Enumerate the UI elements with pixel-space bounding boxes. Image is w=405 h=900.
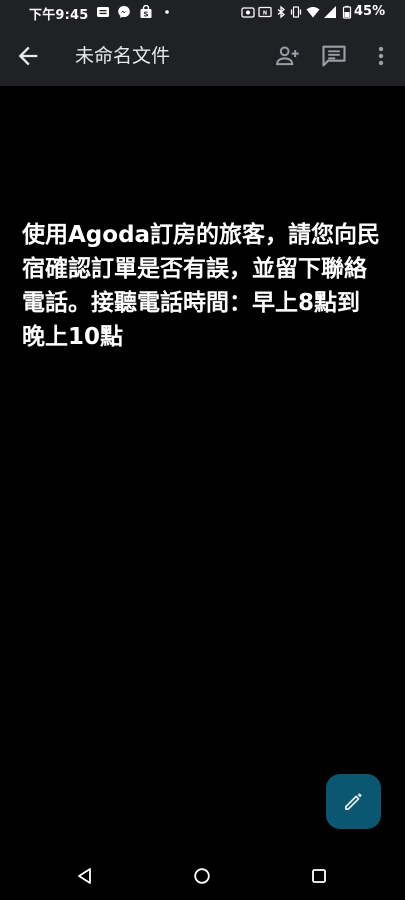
screen-record-icon [241,7,255,18]
more-vert-icon[interactable] [372,42,390,70]
person-add-icon[interactable] [273,42,301,70]
notes-icon [97,7,109,17]
status-bar: 下午9:45 S N 45% [0,0,405,26]
status-time: 下午9:45 [29,8,89,23]
nav-back-icon[interactable] [74,865,96,887]
battery-icon [342,5,352,19]
bluetooth-icon [277,5,286,19]
app-bar: 未命名文件 [0,26,405,86]
document-text[interactable]: 使用Agoda訂房的旅客，請您向民宿確認訂單是否有誤，並留下聯絡電話。接聽電話時… [22,218,382,354]
screen: 下午9:45 S N 45% 未命名文件 使用Agoda訂房的旅客，請您向民宿確… [0,0,405,900]
document-body[interactable]: 使用Agoda訂房的旅客，請您向民宿確認訂單是否有誤，並留下聯絡電話。接聽電話時… [22,218,382,354]
pencil-icon [344,793,362,811]
edit-fab-button[interactable] [326,774,381,829]
comment-icon[interactable] [320,42,348,70]
document-title[interactable]: 未命名文件 [75,41,170,68]
battery-percent: 45% [354,4,386,19]
nav-home-icon[interactable] [191,865,213,887]
signal-icon [324,6,336,18]
arrow-back-icon[interactable] [14,42,42,70]
svg-text:N: N [263,11,267,17]
messenger-icon [118,6,130,18]
wifi-icon [306,7,320,18]
nav-recents-icon[interactable] [308,865,330,887]
nfc-icon: N [258,6,272,18]
dot-icon [165,10,169,14]
navigation-bar [0,852,405,900]
svg-text:S: S [143,11,148,19]
shopping-bag-icon: S [140,5,152,19]
vibrate-icon [290,6,302,18]
